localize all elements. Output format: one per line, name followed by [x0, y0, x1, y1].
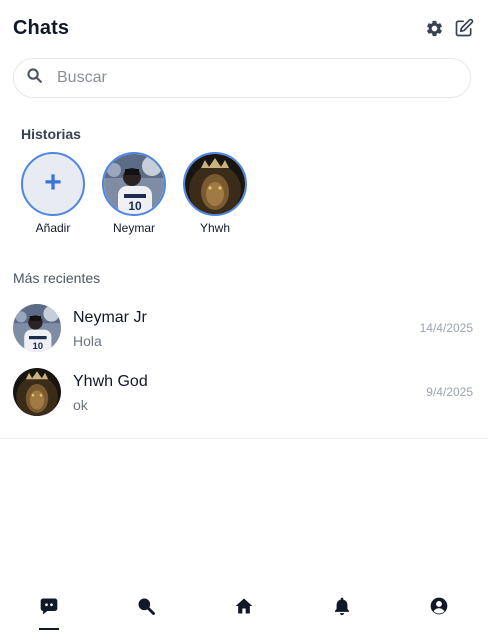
page-title: Chats [13, 16, 70, 39]
nav-notifications[interactable] [312, 582, 372, 638]
list-item[interactable]: 10 Neymar Jr Hola 14/4/2025 [0, 298, 488, 362]
nav-home[interactable] [214, 582, 274, 638]
story-add[interactable]: + Añadir [21, 152, 85, 235]
chat-preview: Hola [73, 333, 102, 349]
gear-icon[interactable] [424, 18, 444, 38]
profile-icon [430, 597, 448, 615]
plus-icon: + [44, 166, 62, 199]
neymar-avatar-image: 10 [104, 154, 164, 214]
compose-icon[interactable] [454, 18, 474, 38]
bottom-nav [0, 582, 488, 638]
story-label: Neymar [112, 221, 155, 235]
story-label: Añadir [35, 221, 71, 235]
search-icon [26, 67, 43, 89]
story-yhwh[interactable]: Yhwh [183, 152, 247, 235]
neymar-avatar-image: 10 [13, 304, 61, 352]
search-bar[interactable] [13, 58, 471, 98]
stories-row: + Añadir 10 Neymar Yhwh [21, 152, 247, 235]
avatar [13, 368, 61, 416]
avatar: 10 [13, 304, 61, 352]
svg-text:10: 10 [32, 341, 43, 352]
nav-profile[interactable] [409, 582, 469, 638]
chat-date: 9/4/2025 [426, 385, 473, 399]
lion-avatar-image [185, 154, 245, 214]
active-indicator [38, 628, 59, 630]
svg-text:10: 10 [128, 199, 142, 213]
chat-app: Chats Buscar Historias + Añadir 10 Neyma… [0, 0, 488, 638]
home-icon [235, 598, 253, 614]
search-icon [138, 598, 156, 615]
chats-panel: Chats Buscar Historias + Añadir 10 Neyma… [0, 0, 488, 439]
chat-name: Neymar Jr [73, 309, 147, 326]
nav-chats[interactable] [19, 582, 79, 638]
story-label: Yhwh [199, 221, 231, 235]
story-neymar[interactable]: 10 Neymar [102, 152, 166, 235]
chat-icon [40, 598, 58, 615]
stories-heading: Historias [21, 126, 81, 142]
chat-preview: ok [73, 397, 88, 413]
avatar[interactable] [183, 152, 247, 216]
add-story-button[interactable]: + [21, 152, 85, 216]
header-actions [424, 18, 474, 38]
chat-list: 10 Neymar Jr Hola 14/4/2025 Yhwh God ok … [0, 298, 488, 426]
chat-name: Yhwh God [73, 373, 148, 390]
lion-avatar-image [13, 368, 61, 416]
avatar[interactable]: 10 [102, 152, 166, 216]
header: Chats [13, 14, 474, 42]
search-input[interactable] [55, 68, 439, 88]
list-item[interactable]: Yhwh God ok 9/4/2025 [0, 362, 488, 426]
chat-date: 14/4/2025 [419, 321, 473, 335]
nav-search[interactable] [116, 582, 176, 638]
bell-icon [334, 597, 349, 616]
recent-heading: Más recientes [13, 270, 101, 286]
